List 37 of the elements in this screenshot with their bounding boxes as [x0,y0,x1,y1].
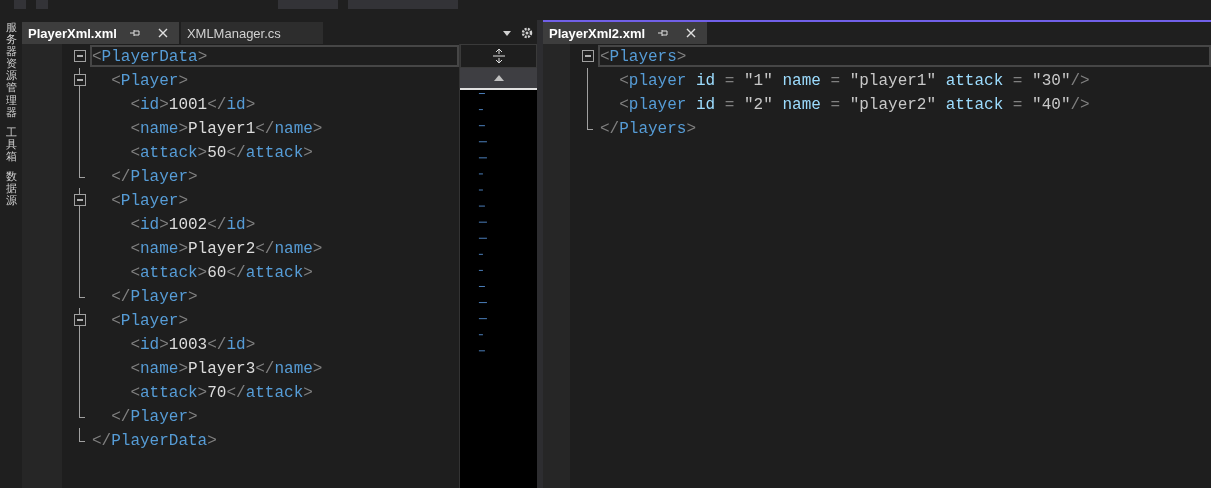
code-line: <attack>50</attack> [129,143,314,163]
document-tab[interactable]: XMLManager.cs [180,22,323,44]
code-line: <name>Player2</name> [129,239,324,259]
code-line: </Player> [110,167,199,187]
collapse-icon[interactable] [74,194,86,206]
side-panel-tab[interactable]: 数据源 [5,171,17,208]
code-line: <id>1003</id> [129,335,257,355]
side-panel-tab[interactable]: 服务器资源管理器 [5,22,17,119]
triangle-up-icon [493,75,504,81]
code-line: <id>1002</id> [129,215,257,235]
collapse-icon[interactable] [74,50,86,62]
collapse-icon[interactable] [582,50,594,62]
code-line: </Players> [599,119,698,139]
split-icon[interactable] [460,44,537,68]
code-line: <name>Player1</name> [129,119,324,139]
close-icon[interactable] [156,27,169,39]
collapse-icon[interactable] [74,74,86,86]
document-tab[interactable]: PlayerXml.xml [22,22,179,44]
pin-icon[interactable] [128,27,141,39]
side-panel-tab[interactable]: 工具箱 [5,126,17,164]
code-line: <Player> [110,191,189,211]
close-icon[interactable] [685,27,698,39]
code-line: <player id = "2" name = "player2" attack = "40"/> [618,95,1091,115]
code-line: <name>Player3</name> [129,359,324,379]
code-line: <attack>60</attack> [129,263,314,283]
code-line: <player id = "1" name = "player1" attack = "30"/> [618,71,1091,91]
code-line: <Player> [110,311,189,331]
code-line: </Player> [110,407,199,427]
code-line: <Player> [110,71,189,91]
pin-icon[interactable] [657,27,670,39]
code-line: </PlayerData> [91,431,218,451]
collapse-icon[interactable] [74,314,86,326]
code-line: <attack>70</attack> [129,383,314,403]
document-tab[interactable]: PlayerXml2.xml [543,22,708,44]
code-line: <id>1001</id> [129,95,257,115]
code-line: </Player> [110,287,199,307]
settings-icon[interactable] [521,27,533,39]
